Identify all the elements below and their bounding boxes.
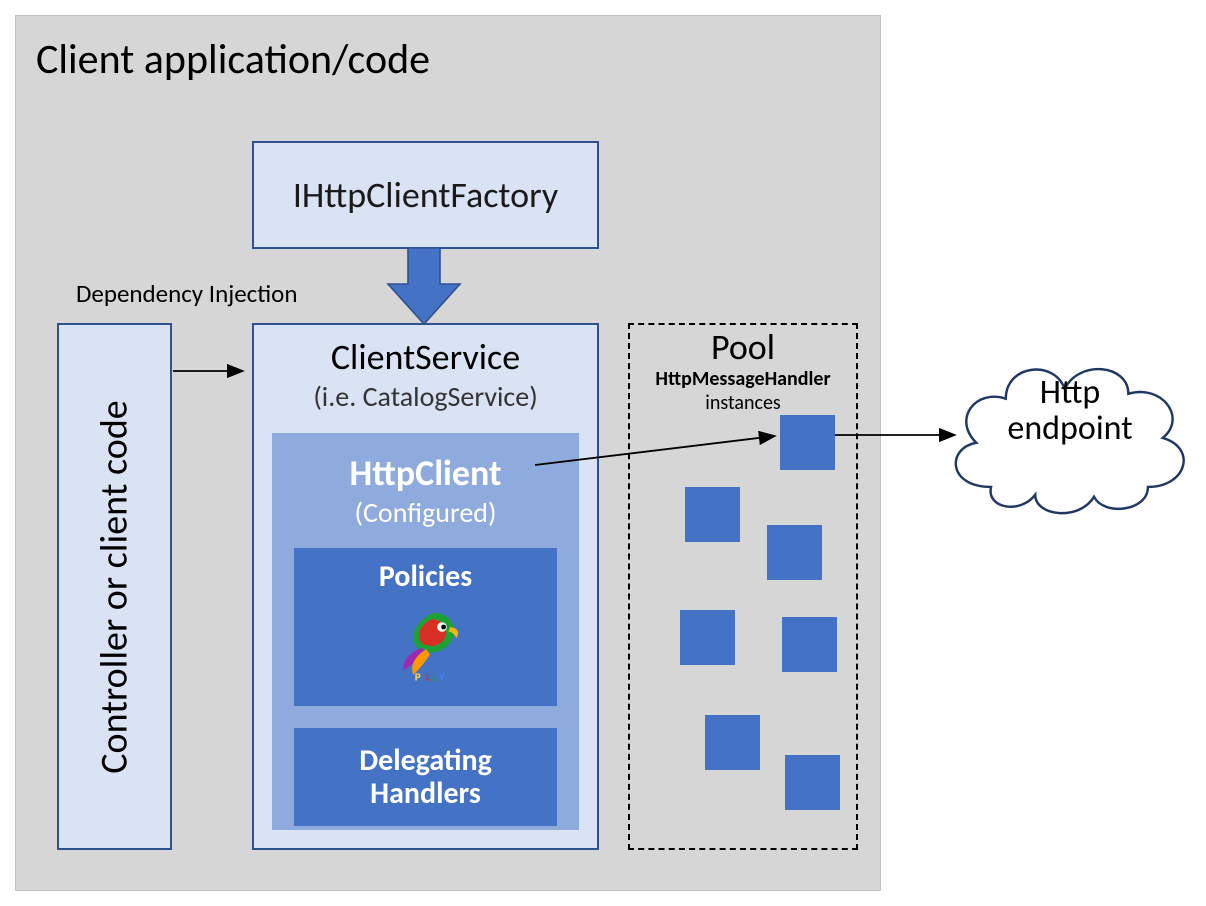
factory-label: IHttpClientFactory <box>293 173 558 217</box>
handler-instance <box>685 487 740 542</box>
policies-label: Policies <box>298 558 553 595</box>
pool-title: Pool <box>630 325 856 369</box>
handler-instance <box>782 617 837 672</box>
handler-instance <box>680 610 735 665</box>
svg-text:L: L <box>426 671 431 683</box>
pool-sub1: HttpMessageHandler <box>630 367 856 391</box>
handler-instance <box>767 525 822 580</box>
client-service-subtitle: (i.e. CatalogService) <box>254 379 597 414</box>
pool-sub2: instances <box>630 391 856 415</box>
controller-label: Controller or client code <box>92 400 138 773</box>
svg-text:Y: Y <box>437 671 444 683</box>
svg-text:L: L <box>432 671 437 683</box>
arrow-httpclient-to-pool-icon <box>535 420 795 480</box>
polly-logo-icon: P L L Y <box>298 601 553 685</box>
pool-box: Pool HttpMessageHandler instances <box>628 323 858 850</box>
client-service-box: ClientService (i.e. CatalogService) Http… <box>252 323 599 850</box>
http-client-title: HttpClient <box>272 451 579 495</box>
handler-instance <box>705 715 760 770</box>
svg-text:P: P <box>414 671 420 683</box>
controller-box: Controller or client code <box>57 323 172 850</box>
handler-instance <box>785 755 840 810</box>
factory-box: IHttpClientFactory <box>252 141 599 249</box>
arrow-down-icon <box>384 248 464 328</box>
cloud-line2: endpoint <box>1007 408 1132 449</box>
http-client-subtitle: (Configured) <box>272 495 579 530</box>
dependency-injection-label: Dependency Injection <box>76 278 297 309</box>
cloud-label: Http endpoint <box>975 375 1165 446</box>
delegating-handlers-box: Delegating Handlers <box>294 728 557 826</box>
arrow-right-icon <box>173 356 253 386</box>
http-client-box: HttpClient (Configured) Policies P L <box>272 433 579 830</box>
delegating-line1: Delegating <box>298 744 553 777</box>
delegating-line2: Handlers <box>298 777 553 810</box>
container-title: Client application/code <box>36 34 430 85</box>
policies-box: Policies P L L Y <box>294 548 557 706</box>
client-service-title: ClientService <box>254 335 597 379</box>
